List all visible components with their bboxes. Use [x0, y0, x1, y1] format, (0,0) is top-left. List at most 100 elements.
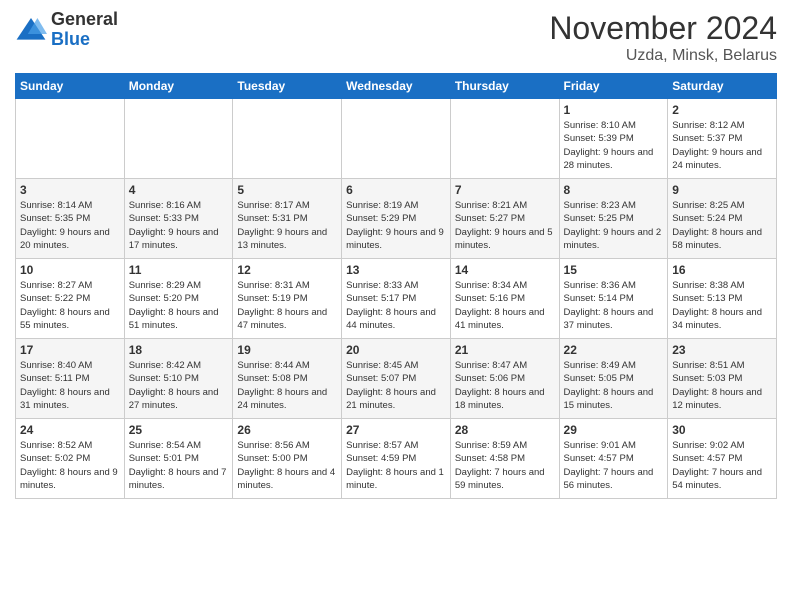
- header-thursday: Thursday: [450, 74, 559, 99]
- day-number: 4: [129, 183, 229, 197]
- calendar-header: Sunday Monday Tuesday Wednesday Thursday…: [16, 74, 777, 99]
- day-number: 14: [455, 263, 555, 277]
- calendar-week-4: 17 Sunrise: 8:40 AM Sunset: 5:11 PM Dayli…: [16, 339, 777, 419]
- day-info: Sunrise: 8:57 AM Sunset: 4:59 PM Dayligh…: [346, 439, 446, 492]
- header: General Blue November 2024 Uzda, Minsk, …: [15, 10, 777, 65]
- logo-icon: [15, 14, 47, 46]
- calendar-cell-w4-d3: 19 Sunrise: 8:44 AM Sunset: 5:08 PM Dayli…: [233, 339, 342, 419]
- calendar-cell-w2-d6: 8 Sunrise: 8:23 AM Sunset: 5:25 PM Daylig…: [559, 179, 668, 259]
- calendar-cell-w4-d6: 22Sunrise: 8:49 AM Sunset: 5:05 PM Dayli…: [559, 339, 668, 419]
- calendar-cell-w2-d5: 7 Sunrise: 8:21 AM Sunset: 5:27 PM Daylig…: [450, 179, 559, 259]
- day-number: 25: [129, 423, 229, 437]
- calendar-cell-w5-d5: 28 Sunrise: 8:59 AM Sunset: 4:58 PM Dayli…: [450, 419, 559, 499]
- day-info: Sunrise: 8:44 AM Sunset: 5:08 PM Dayligh…: [237, 359, 337, 412]
- day-info: Sunrise: 8:54 AM Sunset: 5:01 PM Dayligh…: [129, 439, 229, 492]
- month-title: November 2024: [549, 10, 777, 47]
- day-info: Sunrise: 8:49 AM Sunset: 5:05 PM Dayligh…: [564, 359, 664, 412]
- logo-text: General Blue: [51, 10, 118, 50]
- calendar-cell-w3-d2: 11Sunrise: 8:29 AM Sunset: 5:20 PM Dayli…: [124, 259, 233, 339]
- day-number: 28: [455, 423, 555, 437]
- day-info: Sunrise: 8:42 AM Sunset: 5:10 PM Dayligh…: [129, 359, 229, 412]
- day-info: Sunrise: 8:40 AM Sunset: 5:11 PM Dayligh…: [20, 359, 120, 412]
- calendar-cell-w1-d5: [450, 99, 559, 179]
- day-info: Sunrise: 9:01 AM Sunset: 4:57 PM Dayligh…: [564, 439, 664, 492]
- calendar-cell-w5-d1: 24 Sunrise: 8:52 AM Sunset: 5:02 PM Dayli…: [16, 419, 125, 499]
- calendar-cell-w4-d5: 21 Sunrise: 8:47 AM Sunset: 5:06 PM Dayli…: [450, 339, 559, 419]
- day-number: 15: [564, 263, 664, 277]
- calendar-cell-w1-d6: 1 Sunrise: 8:10 AM Sunset: 5:39 PM Daylig…: [559, 99, 668, 179]
- day-info: Sunrise: 8:14 AM Sunset: 5:35 PM Dayligh…: [20, 199, 120, 252]
- calendar-cell-w2-d3: 5 Sunrise: 8:17 AM Sunset: 5:31 PM Daylig…: [233, 179, 342, 259]
- calendar-week-3: 10Sunrise: 8:27 AM Sunset: 5:22 PM Dayli…: [16, 259, 777, 339]
- calendar-cell-w2-d1: 3 Sunrise: 8:14 AM Sunset: 5:35 PM Daylig…: [16, 179, 125, 259]
- day-number: 18: [129, 343, 229, 357]
- day-number: 3: [20, 183, 120, 197]
- day-info: Sunrise: 8:45 AM Sunset: 5:07 PM Dayligh…: [346, 359, 446, 412]
- day-info: Sunrise: 8:34 AM Sunset: 5:16 PM Dayligh…: [455, 279, 555, 332]
- day-info: Sunrise: 8:47 AM Sunset: 5:06 PM Dayligh…: [455, 359, 555, 412]
- day-number: 2: [672, 103, 772, 117]
- day-number: 21: [455, 343, 555, 357]
- page-container: General Blue November 2024 Uzda, Minsk, …: [0, 0, 792, 509]
- day-info: Sunrise: 8:52 AM Sunset: 5:02 PM Dayligh…: [20, 439, 120, 492]
- calendar-cell-w4-d4: 20 Sunrise: 8:45 AM Sunset: 5:07 PM Dayli…: [342, 339, 451, 419]
- calendar-cell-w3-d3: 12Sunrise: 8:31 AM Sunset: 5:19 PM Dayli…: [233, 259, 342, 339]
- calendar-cell-w5-d4: 27 Sunrise: 8:57 AM Sunset: 4:59 PM Dayli…: [342, 419, 451, 499]
- day-number: 7: [455, 183, 555, 197]
- calendar-week-5: 24 Sunrise: 8:52 AM Sunset: 5:02 PM Dayli…: [16, 419, 777, 499]
- calendar-cell-w5-d3: 26 Sunrise: 8:56 AM Sunset: 5:00 PM Dayli…: [233, 419, 342, 499]
- calendar-cell-w4-d1: 17 Sunrise: 8:40 AM Sunset: 5:11 PM Dayli…: [16, 339, 125, 419]
- calendar-cell-w3-d1: 10Sunrise: 8:27 AM Sunset: 5:22 PM Dayli…: [16, 259, 125, 339]
- calendar-cell-w1-d4: [342, 99, 451, 179]
- day-info: Sunrise: 8:59 AM Sunset: 4:58 PM Dayligh…: [455, 439, 555, 492]
- day-info: Sunrise: 8:23 AM Sunset: 5:25 PM Dayligh…: [564, 199, 664, 252]
- header-wednesday: Wednesday: [342, 74, 451, 99]
- day-info: Sunrise: 8:29 AM Sunset: 5:20 PM Dayligh…: [129, 279, 229, 332]
- calendar-cell-w3-d7: 16Sunrise: 8:38 AM Sunset: 5:13 PM Dayli…: [668, 259, 777, 339]
- calendar-cell-w2-d4: 6 Sunrise: 8:19 AM Sunset: 5:29 PM Daylig…: [342, 179, 451, 259]
- day-number: 29: [564, 423, 664, 437]
- header-tuesday: Tuesday: [233, 74, 342, 99]
- day-info: Sunrise: 8:16 AM Sunset: 5:33 PM Dayligh…: [129, 199, 229, 252]
- calendar: Sunday Monday Tuesday Wednesday Thursday…: [15, 73, 777, 499]
- calendar-cell-w1-d2: [124, 99, 233, 179]
- calendar-week-1: 1 Sunrise: 8:10 AM Sunset: 5:39 PM Daylig…: [16, 99, 777, 179]
- location: Uzda, Minsk, Belarus: [549, 47, 777, 65]
- day-info: Sunrise: 9:02 AM Sunset: 4:57 PM Dayligh…: [672, 439, 772, 492]
- day-info: Sunrise: 8:10 AM Sunset: 5:39 PM Dayligh…: [564, 119, 664, 172]
- header-sunday: Sunday: [16, 74, 125, 99]
- day-info: Sunrise: 8:21 AM Sunset: 5:27 PM Dayligh…: [455, 199, 555, 252]
- day-number: 17: [20, 343, 120, 357]
- day-number: 5: [237, 183, 337, 197]
- day-info: Sunrise: 8:38 AM Sunset: 5:13 PM Dayligh…: [672, 279, 772, 332]
- day-number: 9: [672, 183, 772, 197]
- day-info: Sunrise: 8:19 AM Sunset: 5:29 PM Dayligh…: [346, 199, 446, 252]
- calendar-cell-w4-d2: 18 Sunrise: 8:42 AM Sunset: 5:10 PM Dayli…: [124, 339, 233, 419]
- day-info: Sunrise: 8:17 AM Sunset: 5:31 PM Dayligh…: [237, 199, 337, 252]
- day-number: 12: [237, 263, 337, 277]
- day-number: 1: [564, 103, 664, 117]
- day-number: 27: [346, 423, 446, 437]
- header-row: Sunday Monday Tuesday Wednesday Thursday…: [16, 74, 777, 99]
- day-number: 19: [237, 343, 337, 357]
- day-number: 6: [346, 183, 446, 197]
- day-info: Sunrise: 8:12 AM Sunset: 5:37 PM Dayligh…: [672, 119, 772, 172]
- logo-general-text: General: [51, 10, 118, 30]
- day-number: 23: [672, 343, 772, 357]
- calendar-cell-w4-d7: 23Sunrise: 8:51 AM Sunset: 5:03 PM Dayli…: [668, 339, 777, 419]
- calendar-cell-w2-d2: 4 Sunrise: 8:16 AM Sunset: 5:33 PM Daylig…: [124, 179, 233, 259]
- day-number: 8: [564, 183, 664, 197]
- calendar-cell-w3-d4: 13Sunrise: 8:33 AM Sunset: 5:17 PM Dayli…: [342, 259, 451, 339]
- day-number: 24: [20, 423, 120, 437]
- calendar-cell-w1-d7: 2 Sunrise: 8:12 AM Sunset: 5:37 PM Daylig…: [668, 99, 777, 179]
- calendar-cell-w3-d5: 14 Sunrise: 8:34 AM Sunset: 5:16 PM Dayli…: [450, 259, 559, 339]
- day-number: 20: [346, 343, 446, 357]
- header-friday: Friday: [559, 74, 668, 99]
- day-info: Sunrise: 8:56 AM Sunset: 5:00 PM Dayligh…: [237, 439, 337, 492]
- day-info: Sunrise: 8:27 AM Sunset: 5:22 PM Dayligh…: [20, 279, 120, 332]
- day-info: Sunrise: 8:36 AM Sunset: 5:14 PM Dayligh…: [564, 279, 664, 332]
- calendar-cell-w5-d6: 29 Sunrise: 9:01 AM Sunset: 4:57 PM Dayli…: [559, 419, 668, 499]
- logo: General Blue: [15, 10, 118, 50]
- calendar-cell-w2-d7: 9Sunrise: 8:25 AM Sunset: 5:24 PM Daylig…: [668, 179, 777, 259]
- day-number: 26: [237, 423, 337, 437]
